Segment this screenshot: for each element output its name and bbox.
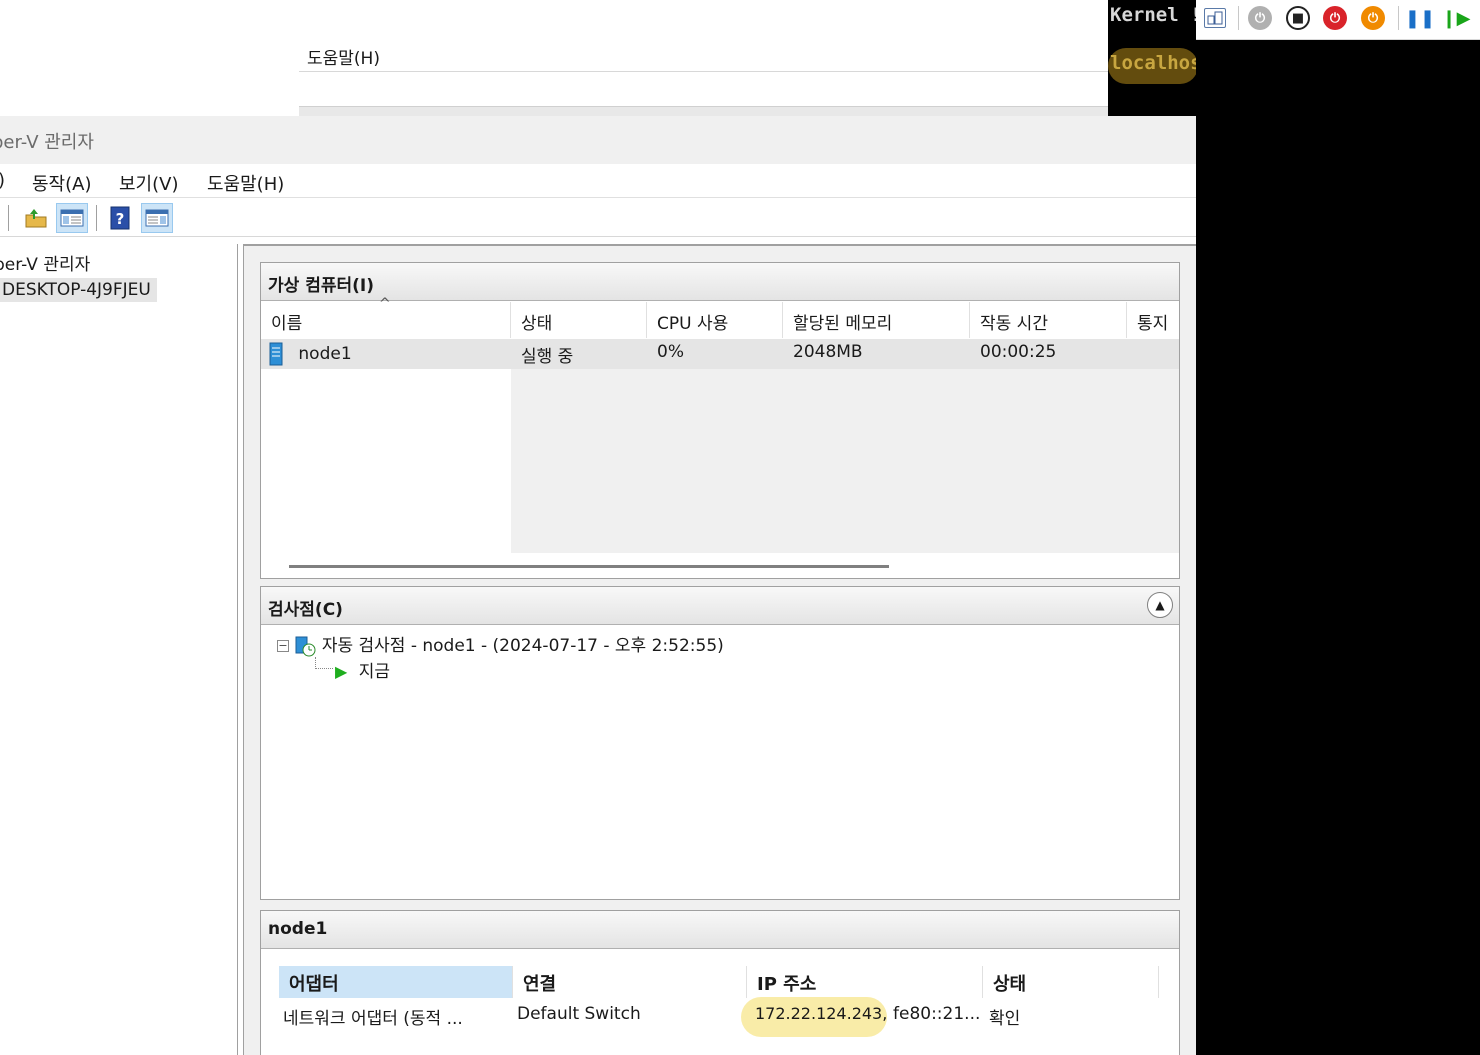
show-hide-console-tree-icon[interactable] bbox=[56, 203, 88, 233]
vm-row-memory: 2048MB bbox=[793, 342, 863, 362]
checkpoints-title: 검사점(C) bbox=[268, 600, 343, 620]
column-header-cpu[interactable]: CPU 사용 bbox=[647, 302, 783, 338]
vm-row-cpu: 0% bbox=[657, 342, 684, 362]
main-toolbar: ? bbox=[0, 199, 1196, 237]
toolbar-separator bbox=[96, 205, 97, 231]
turn-off-icon[interactable]: ■ bbox=[1286, 6, 1310, 30]
vm-row-state: 실행 중 bbox=[521, 347, 574, 367]
menu-help[interactable]: 도움말(H) bbox=[207, 170, 284, 196]
column-header-name[interactable]: 이름 ^ bbox=[261, 296, 511, 338]
help-icon[interactable]: ? bbox=[104, 203, 136, 233]
menubar: ) 동작(A) 보기(V) 도움말(H) bbox=[0, 164, 1196, 198]
vm-screen-area[interactable] bbox=[1196, 40, 1480, 1055]
menu-action[interactable]: 동작(A) bbox=[32, 170, 91, 196]
content-area: 가상 컴퓨터(I) 이름 ^ 상태 CPU 사용 할당된 메모리 작동 시간 통… bbox=[243, 244, 1196, 1055]
checkpoints-header: 검사점(C) ▲ bbox=[261, 587, 1179, 625]
column-header-ip[interactable]: IP 주소 bbox=[747, 966, 983, 998]
resume-icon[interactable]: ❙▶ bbox=[1442, 6, 1471, 30]
vm-icon bbox=[269, 342, 283, 366]
checkpoint-item[interactable]: − 자동 검사점 - node1 - (2024-07-17 - 오후 2:52… bbox=[277, 631, 724, 657]
console-line-localhost: localhos bbox=[1110, 52, 1196, 74]
ctrl-alt-del-icon[interactable] bbox=[1204, 8, 1226, 28]
column-header-status[interactable]: 상태 bbox=[983, 966, 1159, 998]
vm-row-name[interactable]: node1 bbox=[269, 339, 352, 369]
details-header: node1 bbox=[261, 911, 1179, 949]
virtual-machines-header: 가상 컴퓨터(I) bbox=[261, 263, 1179, 301]
background-statusbar bbox=[299, 106, 1109, 116]
tree-connector bbox=[315, 657, 333, 669]
toolbar-separator bbox=[1238, 6, 1239, 30]
console-line-kernel: Kernel ! bbox=[1110, 4, 1196, 26]
column-header-memory[interactable]: 할당된 메모리 bbox=[783, 302, 970, 338]
now-item[interactable]: ▶ 지금 bbox=[335, 657, 390, 682]
show-hide-action-pane-icon[interactable] bbox=[141, 203, 173, 233]
pause-icon[interactable]: ❚❚ bbox=[1405, 6, 1435, 30]
background-window: 도움말(H) bbox=[299, 0, 1109, 116]
navigation-tree: per-V 관리자 DESKTOP-4J9FJEU bbox=[0, 244, 238, 1055]
adapter-name: 네트워크 어댑터 (동적 ... bbox=[283, 1009, 463, 1029]
hyperv-manager-window: per-V 관리자 ) 동작(A) 보기(V) 도움말(H) ? per-V 관… bbox=[0, 116, 1196, 1055]
column-header-state[interactable]: 상태 bbox=[511, 302, 647, 338]
vm-row-uptime: 00:00:25 bbox=[980, 342, 1057, 362]
empty-list-area bbox=[511, 369, 1179, 553]
start-icon[interactable]: ⏻ bbox=[1248, 6, 1272, 30]
tree-collapse-icon: − bbox=[277, 639, 289, 652]
svg-text:?: ? bbox=[116, 210, 125, 228]
sort-ascending-icon: ^ bbox=[379, 296, 391, 312]
vm-details-panel: node1 어댑터 연결 IP 주소 상태 네트워크 어댑터 (동적 ... D… bbox=[260, 910, 1180, 1055]
tree-root-hyperv-manager[interactable]: per-V 관리자 bbox=[0, 250, 90, 275]
toolbar-separator bbox=[1398, 6, 1399, 30]
toolbar-separator bbox=[8, 205, 9, 231]
adapter-connection: Default Switch bbox=[517, 1004, 641, 1024]
shutdown-icon[interactable]: ⏻ bbox=[1323, 6, 1347, 30]
column-header-notice[interactable]: 통지 bbox=[1127, 302, 1181, 338]
column-header-adapter[interactable]: 어댑터 bbox=[279, 966, 513, 998]
window-titlebar[interactable]: per-V 관리자 bbox=[0, 116, 1196, 164]
collapse-chevron-icon[interactable]: ▲ bbox=[1147, 592, 1173, 618]
window-title: per-V 관리자 bbox=[0, 132, 94, 153]
menu-view[interactable]: 보기(V) bbox=[119, 170, 178, 196]
folder-up-icon[interactable] bbox=[20, 203, 52, 233]
virtual-machines-title: 가상 컴퓨터(I) bbox=[268, 276, 374, 296]
vm-console-preview[interactable]: Kernel ! localhos bbox=[1108, 0, 1196, 116]
tree-host-item[interactable]: DESKTOP-4J9FJEU bbox=[0, 278, 157, 302]
adapter-ipv6: fe80::21... bbox=[893, 1004, 981, 1024]
checkpoint-icon bbox=[295, 636, 316, 657]
menu-file-tail[interactable]: ) bbox=[0, 170, 5, 191]
horizontal-scrollbar[interactable] bbox=[289, 565, 889, 568]
column-header-uptime[interactable]: 작동 시간 bbox=[970, 302, 1127, 338]
adapter-ipv4: 172.22.124.243, bbox=[755, 1004, 888, 1023]
virtual-machines-panel: 가상 컴퓨터(I) 이름 ^ 상태 CPU 사용 할당된 메모리 작동 시간 통… bbox=[260, 262, 1180, 579]
checkpoints-panel: 검사점(C) ▲ − 자동 검사점 - node1 - (2024-07-17 … bbox=[260, 586, 1180, 900]
play-icon: ▶ bbox=[335, 662, 348, 681]
power-icon[interactable]: ⏻ bbox=[1361, 6, 1385, 30]
vm-connection-toolbar: ⏻ ■ ⏻ ⏻ ❚❚ ❙▶ bbox=[1196, 0, 1480, 40]
background-help-menu[interactable]: 도움말(H) bbox=[307, 44, 380, 69]
background-menubar: 도움말(H) bbox=[299, 38, 1109, 72]
adapter-status: 확인 bbox=[989, 1009, 1021, 1029]
details-title: node1 bbox=[268, 919, 328, 939]
column-header-connection[interactable]: 연결 bbox=[513, 966, 747, 998]
